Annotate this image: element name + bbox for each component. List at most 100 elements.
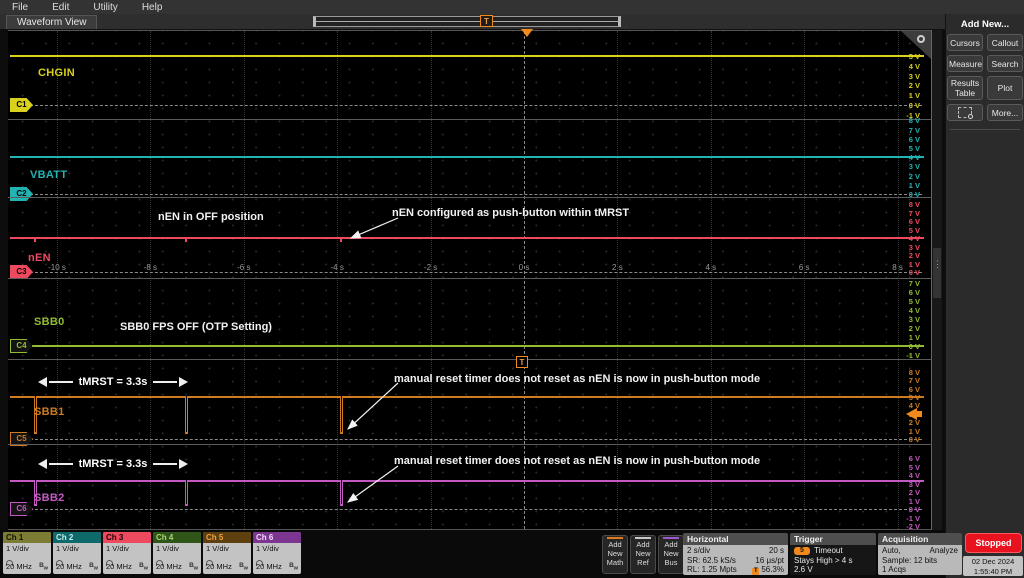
add-new-panel: Add New... CursorsCalloutMeasureSearchRe… [945,14,1024,578]
bandwidth-value: 20 MHz [6,562,32,571]
channel-slice-vbatt: VBATTC28 V7 V6 V5 V4 V3 V2 V1 V0 V [8,119,932,197]
reset-pulse [340,480,343,506]
time-axis-label: -4 s [331,263,344,272]
channel-settings-c1[interactable]: Ch 11 V/div 20 MHzBw [3,532,51,574]
horizontal-overview-bar[interactable] [313,16,621,27]
date-text: 02 Dec 2024 [963,557,1023,567]
bandwidth-row: 20 MHzBw [253,562,301,571]
channel-name-label: VBATT [30,169,67,181]
time-text: 1:55:40 PM [963,567,1023,577]
channel-tag-c4[interactable]: C4 [10,339,33,353]
channel-name-label: SBB0 [34,316,65,328]
scale-label: 0 V [909,435,920,444]
overview-track [316,21,618,22]
bandwidth-value: 20 MHz [256,562,282,571]
zero-volt-baseline [10,105,922,106]
scale-label: 3 V [909,162,920,171]
horizontal-panel[interactable]: Horizontal 2 s/div20 sSR: 62.5 kS/s16 μs… [683,533,788,575]
scale-label: 3 V [909,72,920,81]
channel-settings-c4[interactable]: Ch 41 V/div20 MHzBw [153,532,201,574]
menu-bar: File Edit Utility Help [0,0,1024,14]
menu-help[interactable]: Help [142,2,163,13]
datetime-display: 02 Dec 2024 1:55:40 PM [963,556,1023,576]
reset-pulse [185,396,188,434]
scale-label: 8 V [909,116,920,125]
zoom-select-button[interactable] [947,104,983,121]
run-stop-button[interactable]: Stopped [965,533,1022,553]
time-axis-label: 4 s [705,263,716,272]
position-icon: T [752,568,759,575]
trigger-panel[interactable]: Trigger 5 Timeout Stays High > 4 s 2.6 V [790,533,876,575]
add-new-math-button[interactable]: Add New Math [602,535,628,574]
zero-volt-baseline [10,509,922,510]
trigger-position-badge[interactable]: T [480,15,493,27]
bandwidth-row: 20 MHzBw [3,562,51,571]
menu-file[interactable]: File [12,2,28,13]
channel-settings-header: Ch 5 [203,532,251,543]
add-new-buttons: CursorsCalloutMeasureSearchResults Table… [946,34,1024,121]
zero-volt-baseline [10,194,922,195]
channel-settings-c5[interactable]: Ch 51 V/div20 MHzBw [203,532,251,574]
results-table-button[interactable]: Results Table [947,76,983,100]
bandwidth-row: 20 MHzBw [203,562,251,571]
horizontal-row-label: SR: 62.5 kS/s [687,556,736,566]
acquisition-mode: Auto, [882,546,901,556]
color-stripe [635,537,651,539]
scale-label: 5 V [909,52,920,61]
annotation-nen-off: nEN in OFF position [158,211,264,223]
bandwidth-row: 20 MHzBw [103,562,151,571]
menu-utility[interactable]: Utility [93,2,117,13]
waveform-graticule[interactable]: nEN in OFF position nEN configured as pu… [8,30,932,530]
channel-settings-header: Ch 1 [3,532,51,543]
channel-settings-c6[interactable]: Ch 61 V/div20 MHzBw [253,532,301,574]
vertical-scrollbar[interactable]: ⋮⋮ [932,30,942,530]
plot-button[interactable]: Plot [987,76,1023,100]
channel-tag-c1[interactable]: C1 [10,98,33,112]
channel-tag-c6[interactable]: C6 [10,502,33,516]
time-axis-label: -8 s [144,263,157,272]
search-button[interactable]: Search [987,55,1023,72]
acquisition-panel[interactable]: Acquisition Auto, Analyze Sample: 12 bit… [878,533,962,575]
channel-name-label: SBB1 [34,406,65,418]
probe-row [203,553,251,562]
vdiv-value: 1 V/div [3,543,51,553]
channel-settings-header: Ch 6 [253,532,301,543]
add-new-bus-button[interactable]: Add New Bus [658,535,684,574]
color-stripe [607,537,623,539]
trigger-position-triangle-icon[interactable] [521,29,533,37]
add-new-ref-button[interactable]: Add New Ref [630,535,656,574]
add-new-title: Add New... [946,14,1024,34]
callout-button[interactable]: Callout [987,34,1023,51]
tab-waveform-view[interactable]: Waveform View [6,15,97,29]
channel-settings-c2[interactable]: Ch 21 V/div20 MHzBw [53,532,101,574]
time-axis-label: -6 s [237,263,250,272]
scale-label: 5 V [909,297,920,306]
probe-row [53,553,101,562]
zero-volt-baseline [10,439,922,440]
channel-tag-c3[interactable]: C3 [10,265,33,279]
menu-edit[interactable]: Edit [52,2,69,13]
channel-settings-header: Ch 3 [103,532,151,543]
channel-settings-c3[interactable]: Ch 31 V/div 20 MHzBw [103,532,151,574]
more-button[interactable]: More... [987,104,1023,121]
time-axis-label: -10 s [48,263,66,272]
scale-label: 6 V [909,135,920,144]
trigger-condition: Stays High > 4 s [794,556,872,566]
waveform-trace-sbb1 [10,396,924,398]
tmrst-arrow-sbb2: tMRST = 3.3s [38,457,188,471]
tmrst-label: tMRST = 3.3s [75,458,152,470]
measure-button[interactable]: Measure [947,55,983,72]
vdiv-value: 1 V/div [103,543,151,553]
magnifier-icon [917,35,925,43]
reset-pulse [34,237,36,242]
scale-label: 2 V [909,81,920,90]
reset-pulse [185,480,188,506]
cursors-button[interactable]: Cursors [947,34,983,51]
acquisition-analyze: Analyze [930,546,958,556]
scale-label: 4 V [909,62,920,71]
trigger-title: Trigger [790,533,876,545]
scale-label: 6 V [909,288,920,297]
zoom-select-icon [958,107,972,118]
scrollbar-handle[interactable]: ⋮⋮ [933,248,941,298]
trigger-level-arrow-icon[interactable] [906,408,922,420]
